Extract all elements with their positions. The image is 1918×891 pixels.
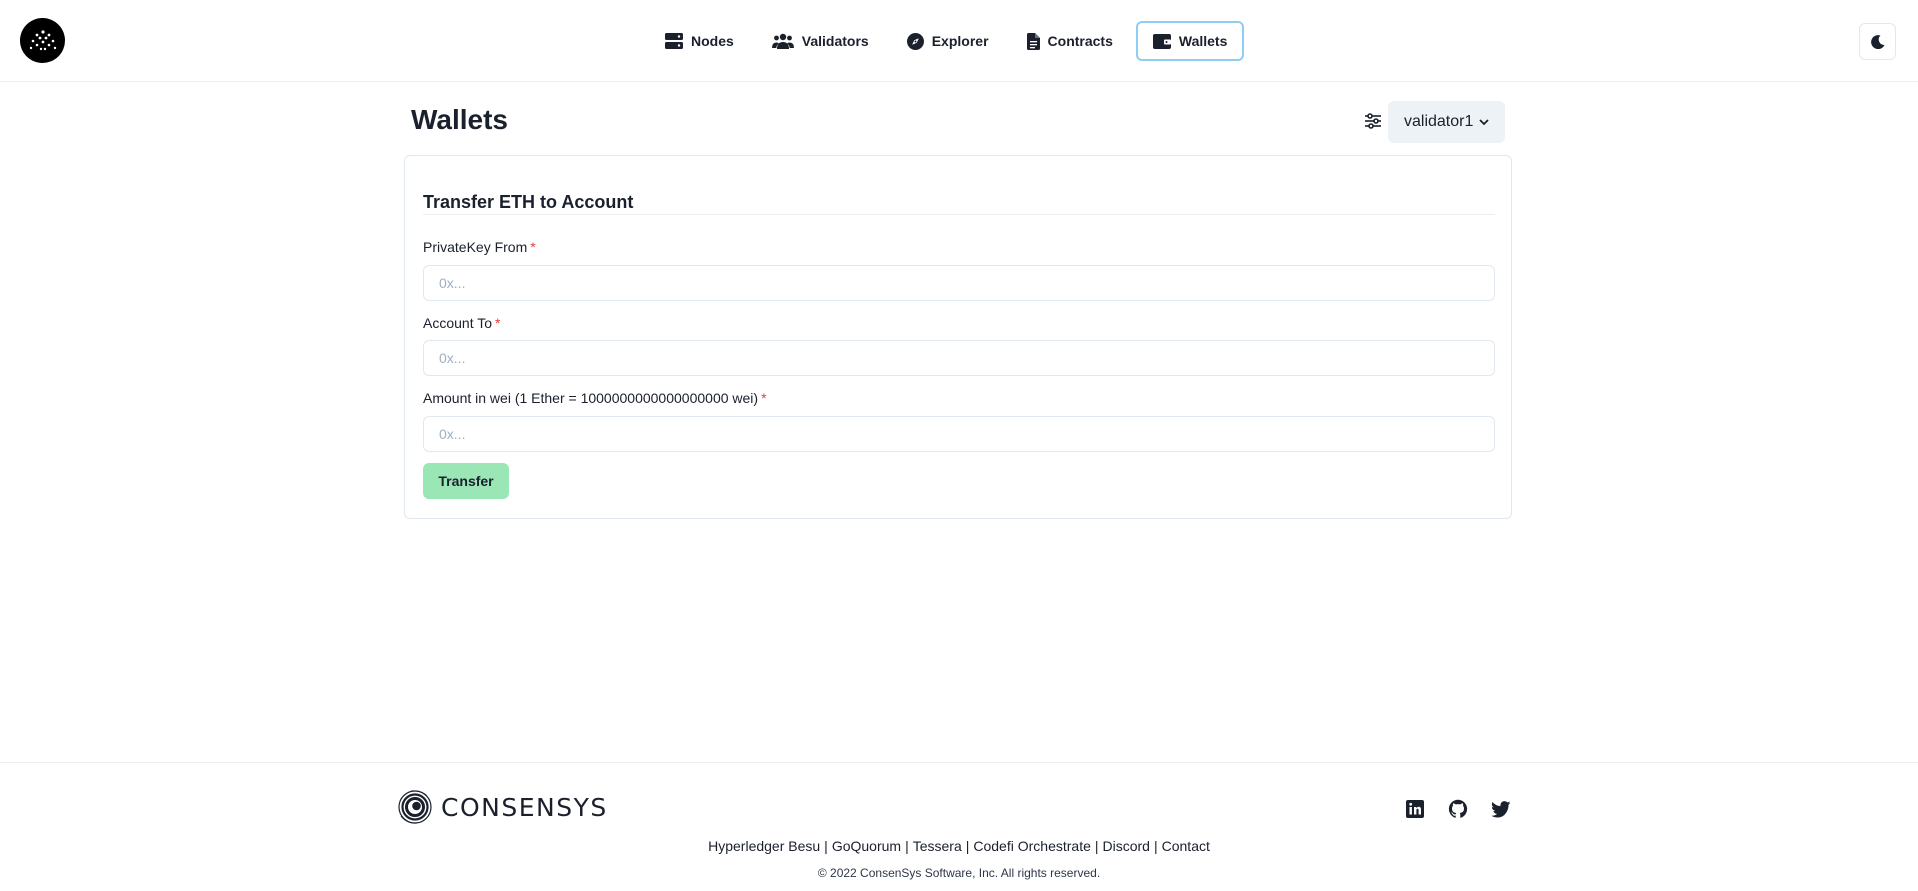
nav-validators-label: Validators: [801, 33, 869, 49]
users-icon: [771, 33, 794, 49]
amount-label: Amount in wei (1 Ether = 100000000000000…: [423, 390, 767, 406]
top-navbar: Nodes Validators Explorer Contracts Wall…: [0, 0, 1918, 82]
brand-text: CONSENSYS: [441, 792, 608, 822]
account-to-label-text: Account To: [423, 315, 493, 331]
dots-logo-icon: [29, 29, 56, 50]
privatekey-from-label-text: PrivateKey From: [423, 239, 528, 255]
footer-separator: |: [1153, 838, 1158, 854]
required-mark: *: [761, 390, 767, 406]
nav-validators[interactable]: Validators: [757, 21, 884, 61]
wallet-icon: [1152, 34, 1171, 49]
privatekey-from-input[interactable]: [423, 265, 1495, 301]
theme-toggle-button[interactable]: [1859, 23, 1896, 60]
account-to-label: Account To *: [423, 315, 500, 331]
transfer-card: Transfer ETH to Account PrivateKey From *…: [404, 155, 1512, 519]
footer-link-tessera[interactable]: Tessera: [913, 838, 962, 854]
footer-link-besu[interactable]: Hyperledger Besu: [708, 838, 820, 854]
copyright-text: © 2022 ConsenSys Software, Inc. All righ…: [817, 866, 1101, 880]
footer-link-codefi[interactable]: Codefi Orchestrate: [973, 838, 1091, 854]
sliders-icon[interactable]: [1364, 112, 1382, 130]
nav-wallets[interactable]: Wallets: [1135, 21, 1245, 61]
node-select-value: validator1: [1404, 113, 1474, 130]
server-icon: [665, 33, 683, 49]
transfer-button[interactable]: Transfer: [423, 463, 509, 499]
nav-wallets-label: Wallets: [1178, 33, 1228, 49]
main-nav: Nodes Validators Explorer Contracts Wall…: [650, 21, 1252, 61]
nav-nodes-label: Nodes: [691, 33, 734, 49]
transfer-card-title: Transfer ETH to Account: [423, 192, 634, 212]
footer-separator: |: [905, 838, 909, 854]
moon-icon: [1870, 34, 1884, 49]
amount-label-text: Amount in wei (1 Ether = 100000000000000…: [423, 390, 759, 406]
card-divider: [423, 214, 1495, 215]
privatekey-from-label: PrivateKey From *: [423, 239, 536, 255]
nav-nodes[interactable]: Nodes: [650, 21, 749, 61]
chevron-down-icon: [1479, 118, 1490, 125]
linkedin-icon[interactable]: [1405, 799, 1425, 819]
footer-link-contact[interactable]: Contact: [1162, 838, 1210, 854]
page-title: Wallets: [411, 104, 508, 135]
footer-link-discord[interactable]: Discord: [1103, 838, 1150, 854]
compass-icon: [906, 32, 924, 50]
nav-contracts-label: Contracts: [1047, 33, 1113, 49]
file-icon: [1026, 32, 1040, 50]
consensys-logo-icon: [398, 790, 432, 824]
footer-separator: |: [965, 838, 970, 854]
nav-explorer[interactable]: Explorer: [892, 21, 1004, 61]
footer-links: Hyperledger Besu | GoQuorum | Tessera | Codefi…: [0, 838, 1918, 854]
nav-explorer-label: Explorer: [931, 33, 989, 49]
consensys-brand[interactable]: CONSENSYS: [397, 788, 608, 826]
twitter-icon[interactable]: [1491, 799, 1511, 819]
account-to-input[interactable]: [423, 340, 1495, 376]
amount-input[interactable]: [423, 416, 1495, 452]
footer-separator: |: [1094, 838, 1099, 854]
footer-separator: |: [824, 838, 828, 854]
footer-link-goquorum[interactable]: GoQuorum: [832, 838, 901, 854]
footer: CONSENSYS Hyperledger Besu | GoQuorum | Tess…: [0, 762, 1918, 891]
github-icon[interactable]: [1448, 799, 1468, 819]
app-logo[interactable]: [20, 18, 65, 63]
nav-contracts[interactable]: Contracts: [1012, 21, 1128, 61]
node-select-dropdown[interactable]: validator1: [1388, 101, 1505, 143]
required-mark: *: [495, 315, 501, 331]
required-mark: *: [530, 239, 536, 255]
